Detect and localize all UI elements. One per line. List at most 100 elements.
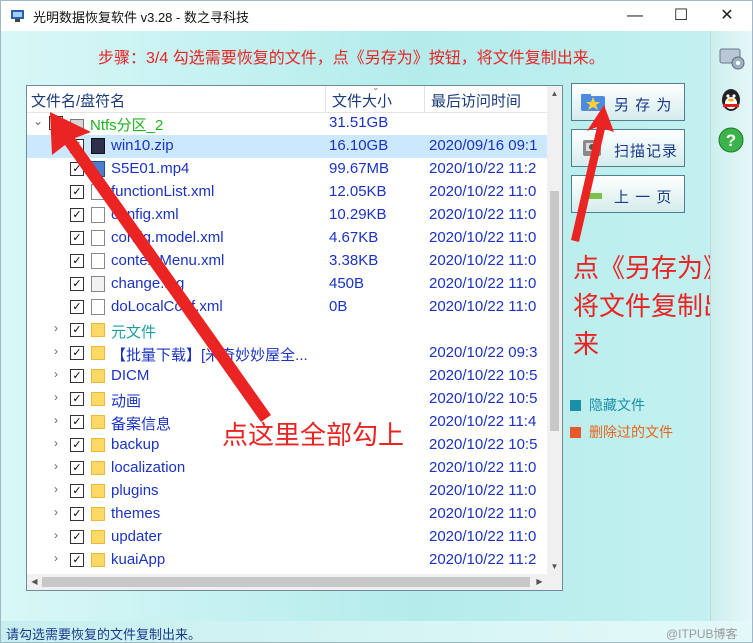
row-checkbox[interactable]: ✓ [70,323,84,337]
legend-hidden-swatch [570,400,581,411]
previous-page-button[interactable]: 上 一 页 [571,175,685,213]
row-time: 2020/10/22 11:0 [429,298,537,315]
row-checkbox[interactable]: ✓ [70,162,84,176]
row-checkbox[interactable]: ✓ [70,484,84,498]
row-checkbox[interactable]: ✓ [70,300,84,314]
expander-icon[interactable]: › [54,482,66,496]
row-time: 2020/10/22 11:0 [429,275,537,292]
horizontal-scrollbar[interactable]: ◀ ▶ [27,574,547,590]
table-row[interactable]: › ✓ DICM 2020/10/22 10:5 [27,365,547,388]
save-folder-icon [581,94,605,111]
row-checkbox[interactable]: ✓ [70,208,84,222]
row-time: 2020/10/22 11:0 [429,505,537,522]
row-size: 3.38KB [329,252,379,269]
expander-icon[interactable]: › [54,321,66,335]
row-checkbox[interactable]: ✓ [70,254,84,268]
row-checkbox[interactable]: ✓ [49,116,63,130]
header-divider[interactable] [325,86,326,112]
row-time: 2020/10/22 11:0 [429,252,537,269]
header-divider[interactable] [424,86,425,112]
expander-icon[interactable]: ⌄ [33,114,45,128]
minimize-button[interactable]: — [612,1,658,31]
video-file-icon [91,161,105,177]
row-time: 2020/10/22 11:0 [429,183,537,200]
row-name: 【批量下载】[米奇妙妙屋全... [111,347,308,364]
row-time: 2020/10/22 10:5 [429,436,538,453]
table-row[interactable]: › ✓ 元文件 [27,319,547,342]
row-checkbox[interactable]: ✓ [70,369,84,383]
row-checkbox[interactable]: ✓ [70,392,84,406]
table-header: 文件名/盘符名 ⌄ 文件大小 最后访问时间 [27,86,547,113]
table-row[interactable]: ✓ doLocalConf.xml 0B 2020/10/22 11:0 [27,296,547,319]
row-checkbox[interactable]: ✓ [70,185,84,199]
table-row[interactable]: ✓ change.log 450B 2020/10/22 11:0 [27,273,547,296]
row-time: 2020/10/22 11:2 [429,160,537,177]
help-icon[interactable]: ? [716,125,746,155]
network-settings-icon[interactable] [716,43,746,73]
row-name: config.model.xml [111,229,224,246]
row-checkbox[interactable]: ✓ [70,530,84,544]
row-checkbox[interactable]: ✓ [70,461,84,475]
right-toolbar: ? [710,31,752,621]
header-name[interactable]: 文件名/盘符名 [31,90,125,111]
table-row[interactable]: ✓ win10.zip 16.10GB 2020/09/16 09:1 [27,135,547,158]
header-time[interactable]: 最后访问时间 [431,90,521,111]
table-row[interactable]: › ✓ 动画 2020/10/22 10:5 [27,388,547,411]
expander-icon[interactable]: › [54,436,66,450]
vertical-scrollbar[interactable]: ▲ ▼ [547,86,562,574]
row-checkbox[interactable]: ✓ [70,438,84,452]
save-as-button[interactable]: 另 存 为 [571,83,685,121]
save-as-label: 另 存 为 [614,97,673,114]
scroll-right-icon[interactable]: ▶ [532,574,547,590]
table-row[interactable]: ⌄ ✓ Ntfs分区_2 31.51GB [27,112,547,135]
qq-icon[interactable] [716,85,746,115]
scroll-up-icon[interactable]: ▲ [547,86,562,101]
file-icon [91,253,105,269]
row-checkbox[interactable]: ✓ [70,277,84,291]
table-row[interactable]: ✓ functionList.xml 12.05KB 2020/10/22 11:0 [27,181,547,204]
row-checkbox[interactable]: ✓ [70,553,84,567]
expander-icon[interactable]: › [54,344,66,358]
close-button[interactable]: ✕ [704,1,750,31]
table-row[interactable]: › ✓ 【批量下载】[米奇妙妙屋全... 2020/10/22 09:3 [27,342,547,365]
row-checkbox[interactable]: ✓ [70,139,84,153]
scroll-down-icon[interactable]: ▼ [547,559,562,574]
horizontal-scroll-thumb[interactable] [42,577,530,587]
expander-icon[interactable]: › [54,528,66,542]
scroll-left-icon[interactable]: ◀ [27,574,42,590]
table-row[interactable]: › ✓ updater 2020/10/22 11:0 [27,526,547,549]
app-icon [11,10,24,22]
row-size: 31.51GB [329,114,389,131]
row-time: 2020/10/22 11:0 [429,229,537,246]
maximize-button[interactable]: ☐ [658,1,704,31]
expander-icon[interactable]: › [54,459,66,473]
row-checkbox[interactable]: ✓ [70,231,84,245]
table-row[interactable]: ✓ S5E01.mp4 99.67MB 2020/10/22 11:2 [27,158,547,181]
table-row[interactable]: › ✓ themes 2020/10/22 11:0 [27,503,547,526]
table-row[interactable]: › ✓ plugins 2020/10/22 11:0 [27,480,547,503]
row-checkbox[interactable]: ✓ [70,346,84,360]
expander-icon[interactable]: › [54,390,66,404]
header-size[interactable]: 文件大小 [332,90,392,111]
scan-record-button[interactable]: 扫描记录 [571,129,685,167]
row-name: 备案信息 [111,416,172,433]
row-checkbox[interactable]: ✓ [70,507,84,521]
row-name: config.xml [111,206,179,223]
vertical-scroll-thumb[interactable] [550,191,559,431]
expander-icon[interactable]: › [54,413,66,427]
scroll-corner [547,574,562,590]
row-checkbox[interactable]: ✓ [70,415,84,429]
expander-icon[interactable]: › [54,551,66,565]
folder-icon [91,461,105,475]
expander-icon[interactable]: › [54,505,66,519]
row-size: 0B [329,298,348,315]
table-row[interactable]: ✓ config.model.xml 4.67KB 2020/10/22 11:0 [27,227,547,250]
table-row[interactable]: › ✓ kuaiApp 2020/10/22 11:2 [27,549,547,572]
table-row[interactable]: › ✓ localization 2020/10/22 11:0 [27,457,547,480]
row-name: change.log [111,275,185,292]
expander-icon[interactable]: › [54,367,66,381]
table-row[interactable]: ✓ contextMenu.xml 3.38KB 2020/10/22 11:0 [27,250,547,273]
table-row[interactable]: ✓ config.xml 10.29KB 2020/10/22 11:0 [27,204,547,227]
row-name: functionList.xml [111,183,215,200]
file-tree[interactable]: 文件名/盘符名 ⌄ 文件大小 最后访问时间 ⌄ ✓ Ntfs分区_2 31.51GB ✓… [26,85,563,591]
